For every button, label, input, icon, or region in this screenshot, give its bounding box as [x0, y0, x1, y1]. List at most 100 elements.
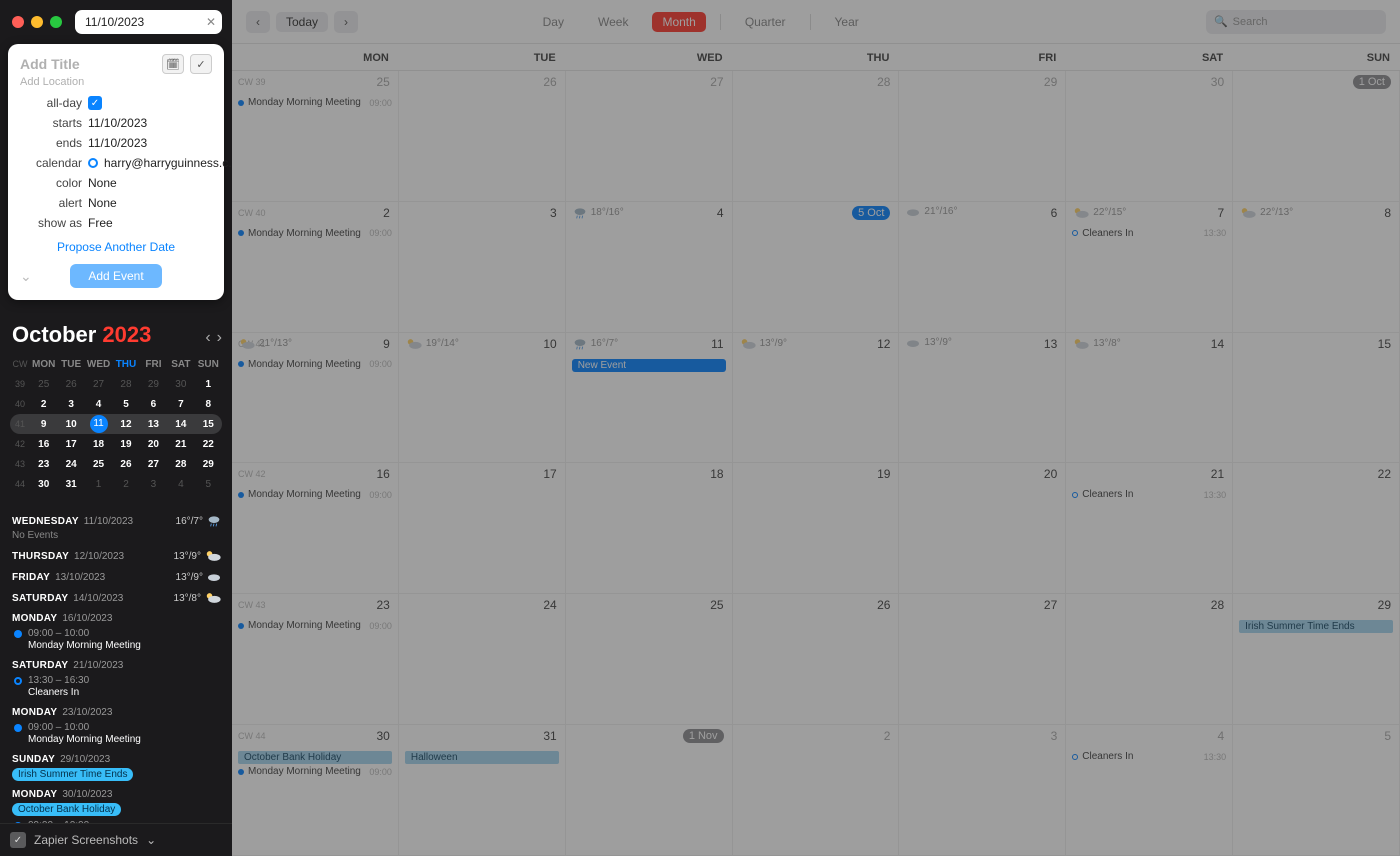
calendar-set-selector[interactable]: ✓ Zapier Screenshots ⌄ [0, 823, 232, 856]
mini-day[interactable]: 3 [140, 479, 167, 490]
agenda-list[interactable]: WEDNESDAY 11/10/202316°/7° No Events THU… [0, 500, 232, 823]
event-title-input[interactable]: Add Title [20, 56, 156, 72]
day-cell[interactable]: 27 [566, 71, 733, 201]
day-cell[interactable]: 28 [1066, 594, 1233, 724]
mini-day[interactable]: 7 [167, 399, 194, 410]
mini-day[interactable]: 9 [30, 419, 57, 430]
clear-input-icon[interactable]: ✕ [206, 15, 216, 29]
mini-day[interactable]: 31 [57, 479, 84, 490]
mini-day[interactable]: 27 [140, 459, 167, 470]
mini-day[interactable]: 4 [167, 479, 194, 490]
mini-day[interactable]: 19 [112, 439, 139, 450]
color-value[interactable]: None [88, 176, 238, 190]
mini-day[interactable]: 24 [57, 459, 84, 470]
mini-day[interactable]: 11 [85, 415, 112, 433]
new-event-bar[interactable]: New Event [572, 359, 726, 372]
event-location-input[interactable]: Add Location [20, 76, 212, 88]
day-cell[interactable]: 1413°/8° [1066, 333, 1233, 463]
confirm-icon[interactable]: ✓ [190, 54, 212, 74]
view-month-tab[interactable]: Month [652, 12, 705, 32]
mini-day[interactable]: 1 [195, 379, 222, 390]
day-event[interactable]: Cleaners In13:30 [1072, 489, 1226, 500]
prev-period-button[interactable]: ‹ [246, 11, 270, 33]
day-cell[interactable]: 31Halloween [399, 725, 566, 855]
day-cell[interactable]: 29Irish Summer Time Ends [1233, 594, 1400, 724]
day-cell[interactable]: 25 [566, 594, 733, 724]
day-cell[interactable]: 29 [899, 71, 1066, 201]
mini-day[interactable]: 30 [30, 479, 57, 490]
mini-day[interactable]: 18 [85, 439, 112, 450]
zoom-window-button[interactable] [50, 16, 62, 28]
mini-day[interactable]: 28 [167, 459, 194, 470]
mini-day[interactable]: 1 [85, 479, 112, 490]
day-cell[interactable]: CW 4323Monday Morning Meeting09:00 [232, 594, 399, 724]
day-cell[interactable]: 19 [733, 463, 900, 593]
mini-day[interactable]: 23 [30, 459, 57, 470]
day-cell[interactable]: 26 [733, 594, 900, 724]
day-cell[interactable]: 5 [1233, 725, 1400, 855]
allday-banner[interactable]: Irish Summer Time Ends [1239, 620, 1393, 633]
allday-checkbox[interactable]: ✓ [88, 96, 102, 110]
day-cell[interactable]: 4Cleaners In13:30 [1066, 725, 1233, 855]
calendar-icon[interactable]: 🗓 [162, 54, 184, 74]
day-cell[interactable]: 1 Oct [1233, 71, 1400, 201]
day-event[interactable]: Monday Morning Meeting09:00 [238, 766, 392, 777]
mini-day[interactable]: 2 [112, 479, 139, 490]
mini-day[interactable]: 29 [140, 379, 167, 390]
add-event-button[interactable]: Add Event [70, 264, 161, 288]
mini-day[interactable]: 10 [57, 419, 84, 430]
mini-day[interactable]: 8 [195, 399, 222, 410]
day-cell[interactable]: CW 402Monday Morning Meeting09:00 [232, 202, 399, 332]
day-cell[interactable]: 17 [399, 463, 566, 593]
mini-day[interactable]: 3 [57, 399, 84, 410]
day-cell[interactable]: 22 [1233, 463, 1400, 593]
day-cell[interactable]: CW 41921°/13°Monday Morning Meeting09:00 [232, 333, 399, 463]
showas-value[interactable]: Free [88, 216, 238, 230]
day-event[interactable]: Monday Morning Meeting09:00 [238, 489, 392, 500]
day-cell[interactable]: 1313°/9° [899, 333, 1066, 463]
mini-day[interactable]: 2 [30, 399, 57, 410]
starts-value[interactable]: 11/10/2023 [88, 116, 238, 130]
day-cell[interactable]: 21Cleaners In13:30 [1066, 463, 1233, 593]
day-cell[interactable]: 30 [1066, 71, 1233, 201]
mini-next-month-button[interactable]: › [217, 329, 222, 347]
day-cell[interactable]: 1213°/9° [733, 333, 900, 463]
agenda-event[interactable]: 09:00 – 10:00Monday Morning Meeting [14, 722, 222, 746]
month-grid[interactable]: MONTUEWEDTHUFRISATSUNCW 3925Monday Morni… [232, 44, 1400, 856]
day-cell[interactable]: 722°/15°Cleaners In13:30 [1066, 202, 1233, 332]
agenda-allday-pill[interactable]: Irish Summer Time Ends [12, 768, 133, 781]
agenda-allday-pill[interactable]: October Bank Holiday [12, 803, 121, 816]
day-event[interactable]: Cleaners In13:30 [1072, 751, 1226, 762]
day-event[interactable]: Monday Morning Meeting09:00 [238, 359, 392, 370]
day-cell[interactable]: 1019°/14° [399, 333, 566, 463]
mini-day[interactable]: 17 [57, 439, 84, 450]
day-cell[interactable]: 15 [1233, 333, 1400, 463]
mini-day[interactable]: 29 [195, 459, 222, 470]
allday-banner[interactable]: October Bank Holiday [238, 751, 392, 764]
day-cell[interactable]: 3 [899, 725, 1066, 855]
mini-day[interactable]: 26 [112, 459, 139, 470]
minimize-window-button[interactable] [31, 16, 43, 28]
day-cell[interactable]: CW 4430October Bank HolidayMonday Mornin… [232, 725, 399, 855]
propose-another-date-link[interactable]: Propose Another Date [20, 240, 212, 254]
day-cell[interactable]: 822°/13° [1233, 202, 1400, 332]
day-cell[interactable]: 1116°/7°New Event [566, 333, 733, 463]
day-cell[interactable]: 20 [899, 463, 1066, 593]
day-cell[interactable]: 3 [399, 202, 566, 332]
mini-day[interactable]: 15 [195, 419, 222, 430]
day-cell[interactable]: 24 [399, 594, 566, 724]
mini-day[interactable]: 27 [85, 379, 112, 390]
view-day-tab[interactable]: Day [533, 12, 574, 32]
day-cell[interactable]: 1 Nov [566, 725, 733, 855]
calendar-value[interactable]: harry@harryguinness.c... [88, 156, 238, 170]
mini-day[interactable]: 25 [85, 459, 112, 470]
day-cell[interactable]: 5 Oct [733, 202, 900, 332]
mini-day[interactable]: 12 [112, 419, 139, 430]
day-event[interactable]: Cleaners In13:30 [1072, 228, 1226, 239]
day-event[interactable]: Monday Morning Meeting09:00 [238, 620, 392, 631]
day-cell[interactable]: 28 [733, 71, 900, 201]
next-period-button[interactable]: › [334, 11, 358, 33]
close-window-button[interactable] [12, 16, 24, 28]
mini-day[interactable]: 5 [195, 479, 222, 490]
view-year-tab[interactable]: Year [825, 12, 869, 32]
